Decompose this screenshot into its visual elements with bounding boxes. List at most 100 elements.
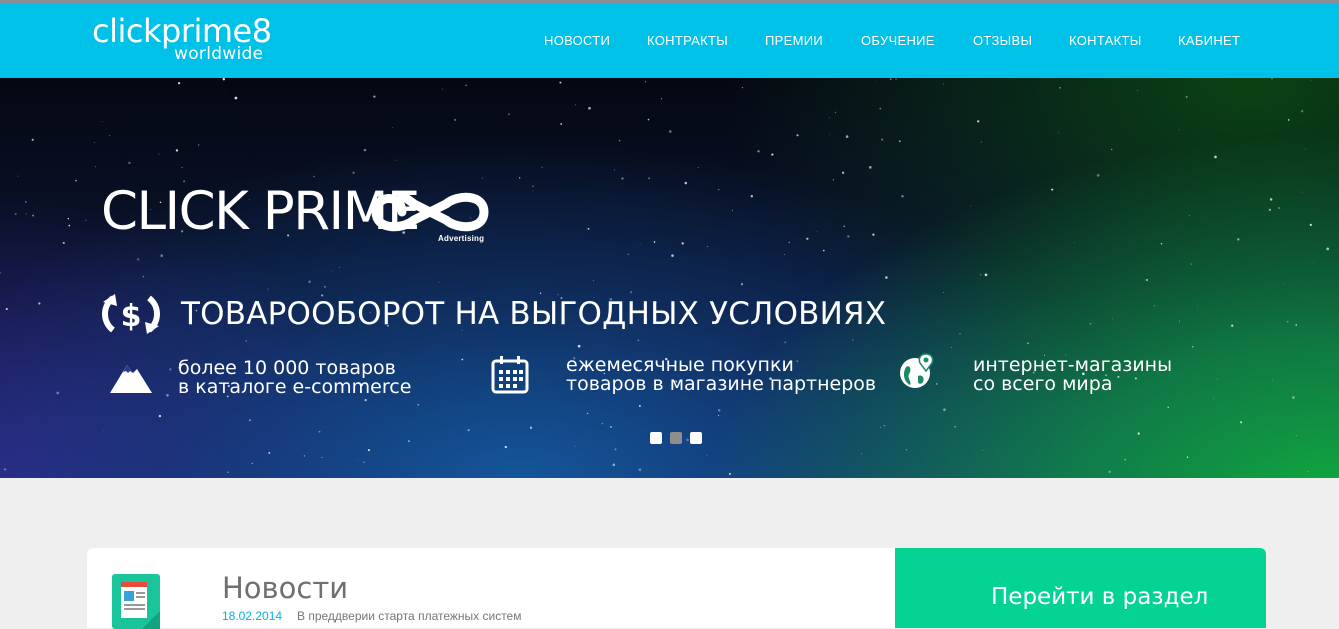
star-dot xyxy=(718,188,720,191)
star-dot xyxy=(128,161,131,165)
star-dot xyxy=(1179,320,1180,322)
star-dot xyxy=(970,205,971,207)
go-to-section-button[interactable]: Перейти в раздел xyxy=(895,548,1266,628)
hero-slider: CLICK PRIME Advertising $ ТОВАРООБОРОТ Н… xyxy=(0,78,1339,478)
infinity-logo-icon xyxy=(371,191,489,232)
nav-link-training[interactable]: ОБУЧЕНИЕ xyxy=(861,33,935,49)
star-dot xyxy=(0,272,1,274)
star-dot xyxy=(577,344,581,348)
feature-catalog-line2: в каталоге e-commerce xyxy=(178,376,412,398)
star-dot xyxy=(75,179,77,182)
star-dot xyxy=(901,195,904,198)
nav-link-reviews[interactable]: ОТЗЫВЫ xyxy=(973,33,1032,49)
star-dot xyxy=(245,340,247,342)
star-dot xyxy=(1096,174,1100,177)
star-dot xyxy=(1307,470,1309,473)
star-dot xyxy=(943,408,946,412)
star-dot xyxy=(160,254,164,258)
star-dot xyxy=(1196,305,1198,306)
star-dot xyxy=(898,140,901,143)
star-dot xyxy=(647,118,650,121)
nav-link-contracts[interactable]: КОНТРАКТЫ xyxy=(647,33,728,49)
star-dot xyxy=(671,254,674,257)
star-dot xyxy=(461,358,464,361)
star-dot xyxy=(467,428,470,432)
star-dot xyxy=(1112,317,1113,319)
star-dot xyxy=(889,78,892,81)
star-dot xyxy=(1185,95,1188,98)
star-dot xyxy=(942,292,944,293)
star-dot xyxy=(829,117,830,119)
star-dot xyxy=(1300,109,1304,113)
star-dot xyxy=(648,177,650,180)
star-dot xyxy=(504,445,507,449)
star-dot xyxy=(38,302,41,305)
star-dot xyxy=(1269,198,1273,201)
star-dot xyxy=(1271,78,1273,80)
star-dot xyxy=(783,254,785,255)
star-dot xyxy=(465,84,467,86)
star-dot xyxy=(1287,321,1289,323)
star-dot xyxy=(645,81,647,83)
star-dot xyxy=(881,138,884,141)
star-dot xyxy=(356,460,358,461)
star-dot xyxy=(588,106,591,110)
star-dot xyxy=(686,438,689,442)
star-dot xyxy=(852,339,854,341)
star-dot xyxy=(102,430,104,431)
star-dot xyxy=(541,166,543,169)
nav-link-cabinet[interactable]: КАБИНЕТ xyxy=(1178,33,1240,49)
star-dot xyxy=(442,88,444,90)
star-dot xyxy=(532,185,534,188)
star-dot xyxy=(942,83,944,85)
star-dot xyxy=(1313,262,1315,264)
star-dot xyxy=(318,430,321,433)
nav-link-bonuses[interactable]: ПРЕМИИ xyxy=(765,33,823,49)
star-dot xyxy=(681,242,684,245)
hero-headline: ТОВАРООБОРОТ НА ВЫГОДНЫХ УСЛОВИЯХ xyxy=(181,296,887,332)
star-dot xyxy=(586,412,589,415)
star-dot xyxy=(539,292,542,294)
star-dot xyxy=(905,449,907,451)
star-dot xyxy=(1074,242,1076,244)
star-dot xyxy=(612,463,616,467)
star-dot xyxy=(166,394,169,397)
star-dot xyxy=(614,169,616,171)
star-dot xyxy=(1295,324,1298,326)
slider-dot-3[interactable] xyxy=(690,432,702,444)
mountain-icon xyxy=(110,365,152,393)
star-dot xyxy=(653,241,656,243)
nav-link-news[interactable]: НОВОСТИ xyxy=(544,33,610,49)
star-dot xyxy=(24,200,27,203)
feature-monthly: ежемесячные покупки товаров в магазине п… xyxy=(566,356,876,394)
star-dot xyxy=(417,403,420,406)
star-dot xyxy=(718,414,720,417)
star-dot xyxy=(31,138,34,141)
starfield-background xyxy=(0,78,1330,478)
star-dot xyxy=(885,276,888,279)
star-dot xyxy=(175,149,179,152)
star-dot xyxy=(847,235,850,238)
star-dot xyxy=(771,153,774,156)
star-dot xyxy=(1326,247,1330,251)
star-dot xyxy=(373,95,376,98)
star-dot xyxy=(601,422,604,425)
nav-link-contacts[interactable]: КОНТАКТЫ xyxy=(1069,33,1142,49)
main-nav: НОВОСТИ КОНТРАКТЫ ПРЕМИИ ОБУЧЕНИЕ ОТЗЫВЫ… xyxy=(0,33,1339,53)
star-dot xyxy=(1188,215,1190,217)
star-dot xyxy=(1137,90,1139,91)
slider-dot-1[interactable] xyxy=(650,432,662,444)
star-dot xyxy=(438,281,440,283)
star-dot xyxy=(1190,263,1192,265)
star-dot xyxy=(303,455,306,457)
money-exchange-icon: $ xyxy=(102,294,160,334)
star-dot xyxy=(1310,79,1312,81)
slider-dot-2[interactable] xyxy=(670,432,682,444)
star-dot xyxy=(251,462,253,464)
star-dot xyxy=(574,445,576,447)
star-dot xyxy=(875,80,877,82)
star-dot xyxy=(367,449,370,452)
star-dot xyxy=(868,166,872,169)
star-dot xyxy=(618,139,621,142)
star-dot xyxy=(158,153,160,155)
